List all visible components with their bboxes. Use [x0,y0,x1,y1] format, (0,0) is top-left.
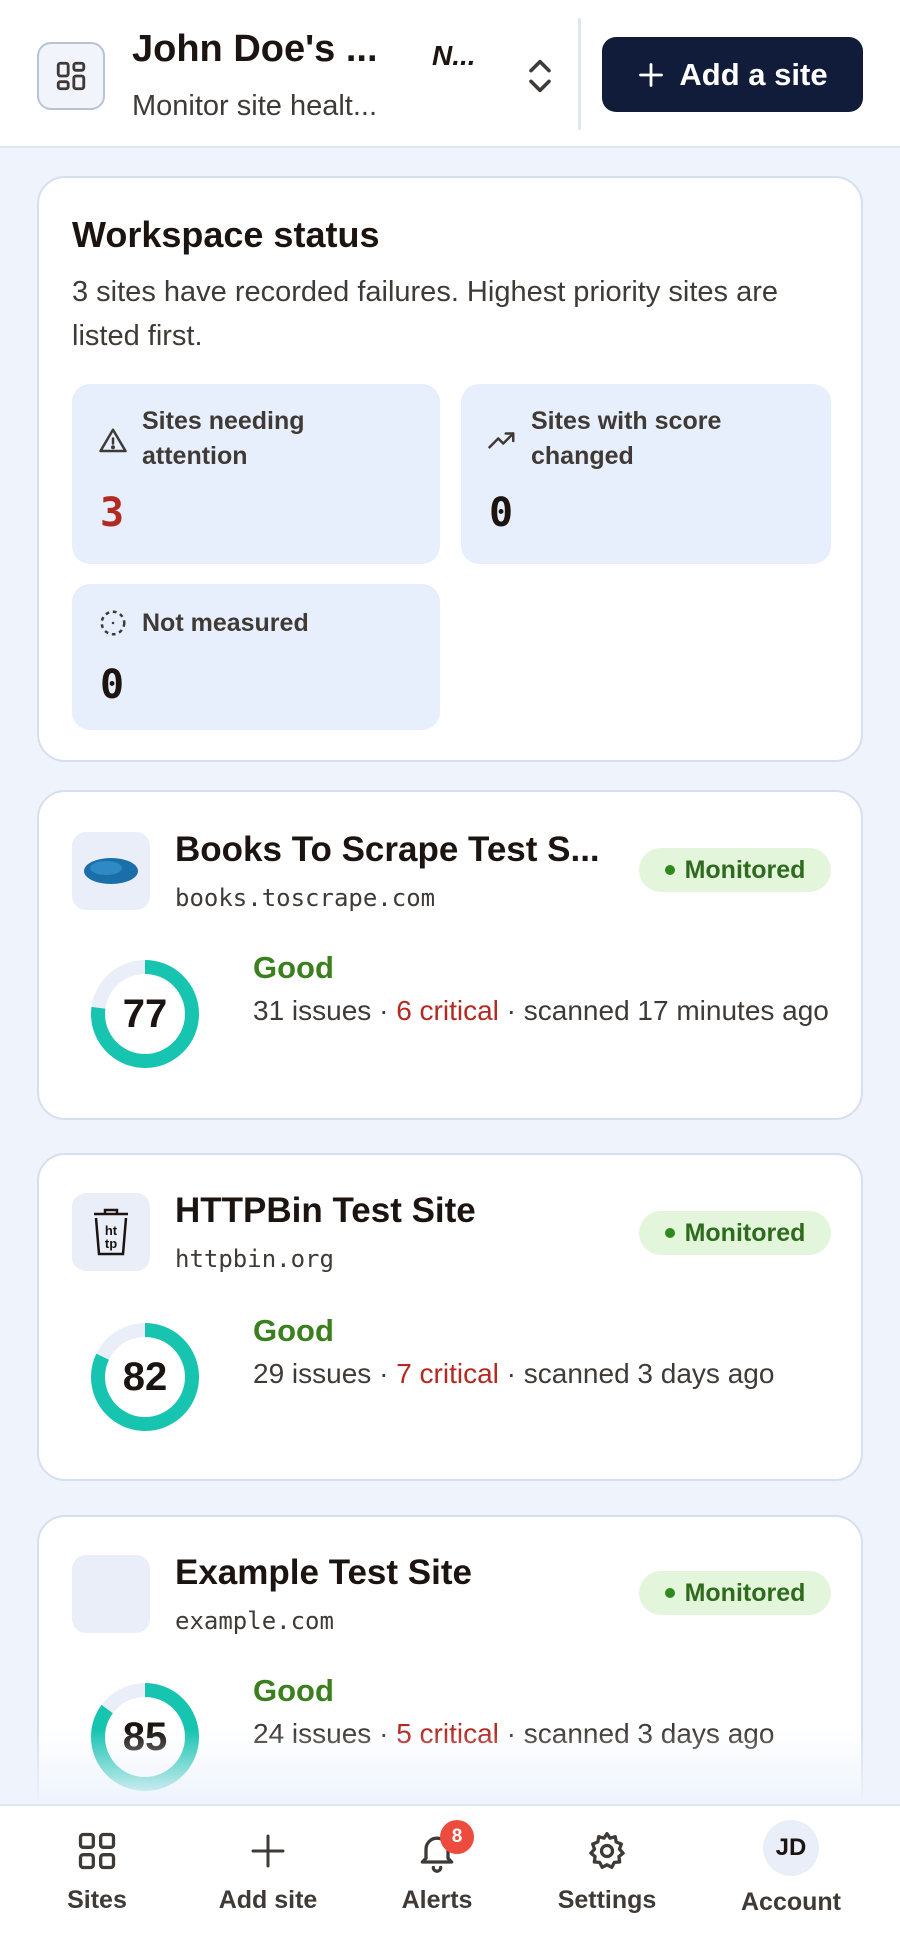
scroll-fade [0,1730,900,1804]
site-favicon [72,832,150,910]
site-domain: example.com [175,1607,334,1635]
dashed-circle-icon [98,608,130,640]
avatar: JD [763,1820,819,1876]
gear-icon [582,1826,632,1876]
issues-summary: 29 issues · 7 critical · scanned 3 days … [253,1353,853,1395]
top-header: John Doe's ... N... Monitor site healt..… [0,0,900,148]
grid-icon [72,1826,122,1876]
stat-value: 0 [489,490,514,536]
status-description: 3 sites have recorded failures. Highest … [72,276,778,352]
scanned-time: scanned 17 minutes ago [523,995,829,1026]
app-screen: John Doe's ... N... Monitor site healt..… [0,0,900,1948]
trend-up-icon [487,426,519,458]
site-name[interactable]: Example Test Site [175,1553,625,1593]
separator: · [498,995,524,1026]
status-badge-label: Monitored [684,855,806,884]
bell-icon: 8 [412,1820,474,1876]
separator: · [371,995,397,1026]
status-badge: Monitored [639,1571,831,1615]
status-badge: Monitored [639,1211,831,1255]
svg-text:tp: tp [105,1236,117,1251]
site-favicon [72,1555,150,1633]
separator: · [498,1358,524,1389]
issues-count: 31 issues [253,995,372,1026]
site-name[interactable]: HTTPBin Test Site [175,1191,625,1231]
site-card-httpbin[interactable]: ht tp HTTPBin Test Site httpbin.org Moni… [37,1153,863,1481]
status-badge-label: Monitored [684,1578,806,1607]
stat-sites-needing-attention[interactable]: Sites needing attention 3 [72,384,440,564]
nav-label: Alerts [401,1886,473,1914]
stat-label: Not measured [142,609,309,637]
nav-label: Account [741,1888,841,1916]
nav-item-add-site[interactable]: Add site [193,1826,343,1936]
stat-not-measured[interactable]: Not measured 0 [72,584,440,730]
status-dot-icon [664,1228,675,1238]
scanned-time: scanned 3 days ago [523,1358,775,1389]
status-title: Workspace status [72,214,380,255]
stat-label: Sites with score changed [531,407,722,470]
score-grade: Good [253,1313,334,1348]
score-value: 77 [122,991,168,1036]
status-badge: Monitored [639,848,831,892]
stat-value: 0 [100,662,125,708]
header-divider [578,18,581,130]
issues-summary: 31 issues · 6 critical · scanned 17 minu… [253,990,853,1032]
stat-sites-score-changed[interactable]: Sites with score changed 0 [461,384,831,564]
stat-label: Sites needing attention [142,407,305,470]
score-grade: Good [253,950,334,985]
status-dot-icon [664,1588,675,1598]
workspace-title-tail[interactable]: N... [432,40,476,72]
status-dot-icon [664,865,675,875]
site-name[interactable]: Books To Scrape Test S... [175,830,625,870]
plus-icon [639,62,664,87]
nav-item-alerts[interactable]: 8 Alerts [362,1820,512,1936]
alerts-count-badge: 8 [440,1820,474,1854]
warning-icon [98,426,130,458]
stat-value: 3 [100,490,125,536]
workspace-title[interactable]: John Doe's ... [132,28,392,71]
add-site-label: Add a site [679,56,828,92]
site-domain: httpbin.org [175,1245,334,1273]
site-card-books-toscrape[interactable]: Books To Scrape Test S... books.toscrape… [37,790,863,1120]
workspace-switcher-chevron-icon[interactable] [522,54,558,98]
add-site-button[interactable]: Add a site [602,37,863,112]
score-grade: Good [253,1673,334,1708]
bottom-nav: Sites Add site 8 Alerts Settings JD Acco… [0,1804,900,1948]
nav-item-account[interactable]: JD Account [716,1820,866,1930]
status-badge-label: Monitored [684,1218,806,1247]
workspace-subtitle: Monitor site healt... [132,90,377,122]
critical-count: 7 critical [396,1358,499,1389]
nav-label: Sites [67,1886,127,1914]
plus-icon [243,1826,293,1876]
separator: · [371,1358,397,1389]
site-favicon: ht tp [72,1193,150,1271]
workspace-grid-icon[interactable] [37,42,105,110]
site-domain: books.toscrape.com [175,884,436,912]
issues-count: 29 issues [253,1358,372,1389]
nav-label: Settings [557,1886,657,1914]
workspace-status-card: Workspace status 3 sites have recorded f… [37,176,863,762]
nav-item-settings[interactable]: Settings [532,1826,682,1936]
nav-label: Add site [218,1886,318,1914]
critical-count: 6 critical [396,995,499,1026]
score-value: 82 [122,1354,168,1399]
nav-item-sites[interactable]: Sites [22,1826,172,1936]
